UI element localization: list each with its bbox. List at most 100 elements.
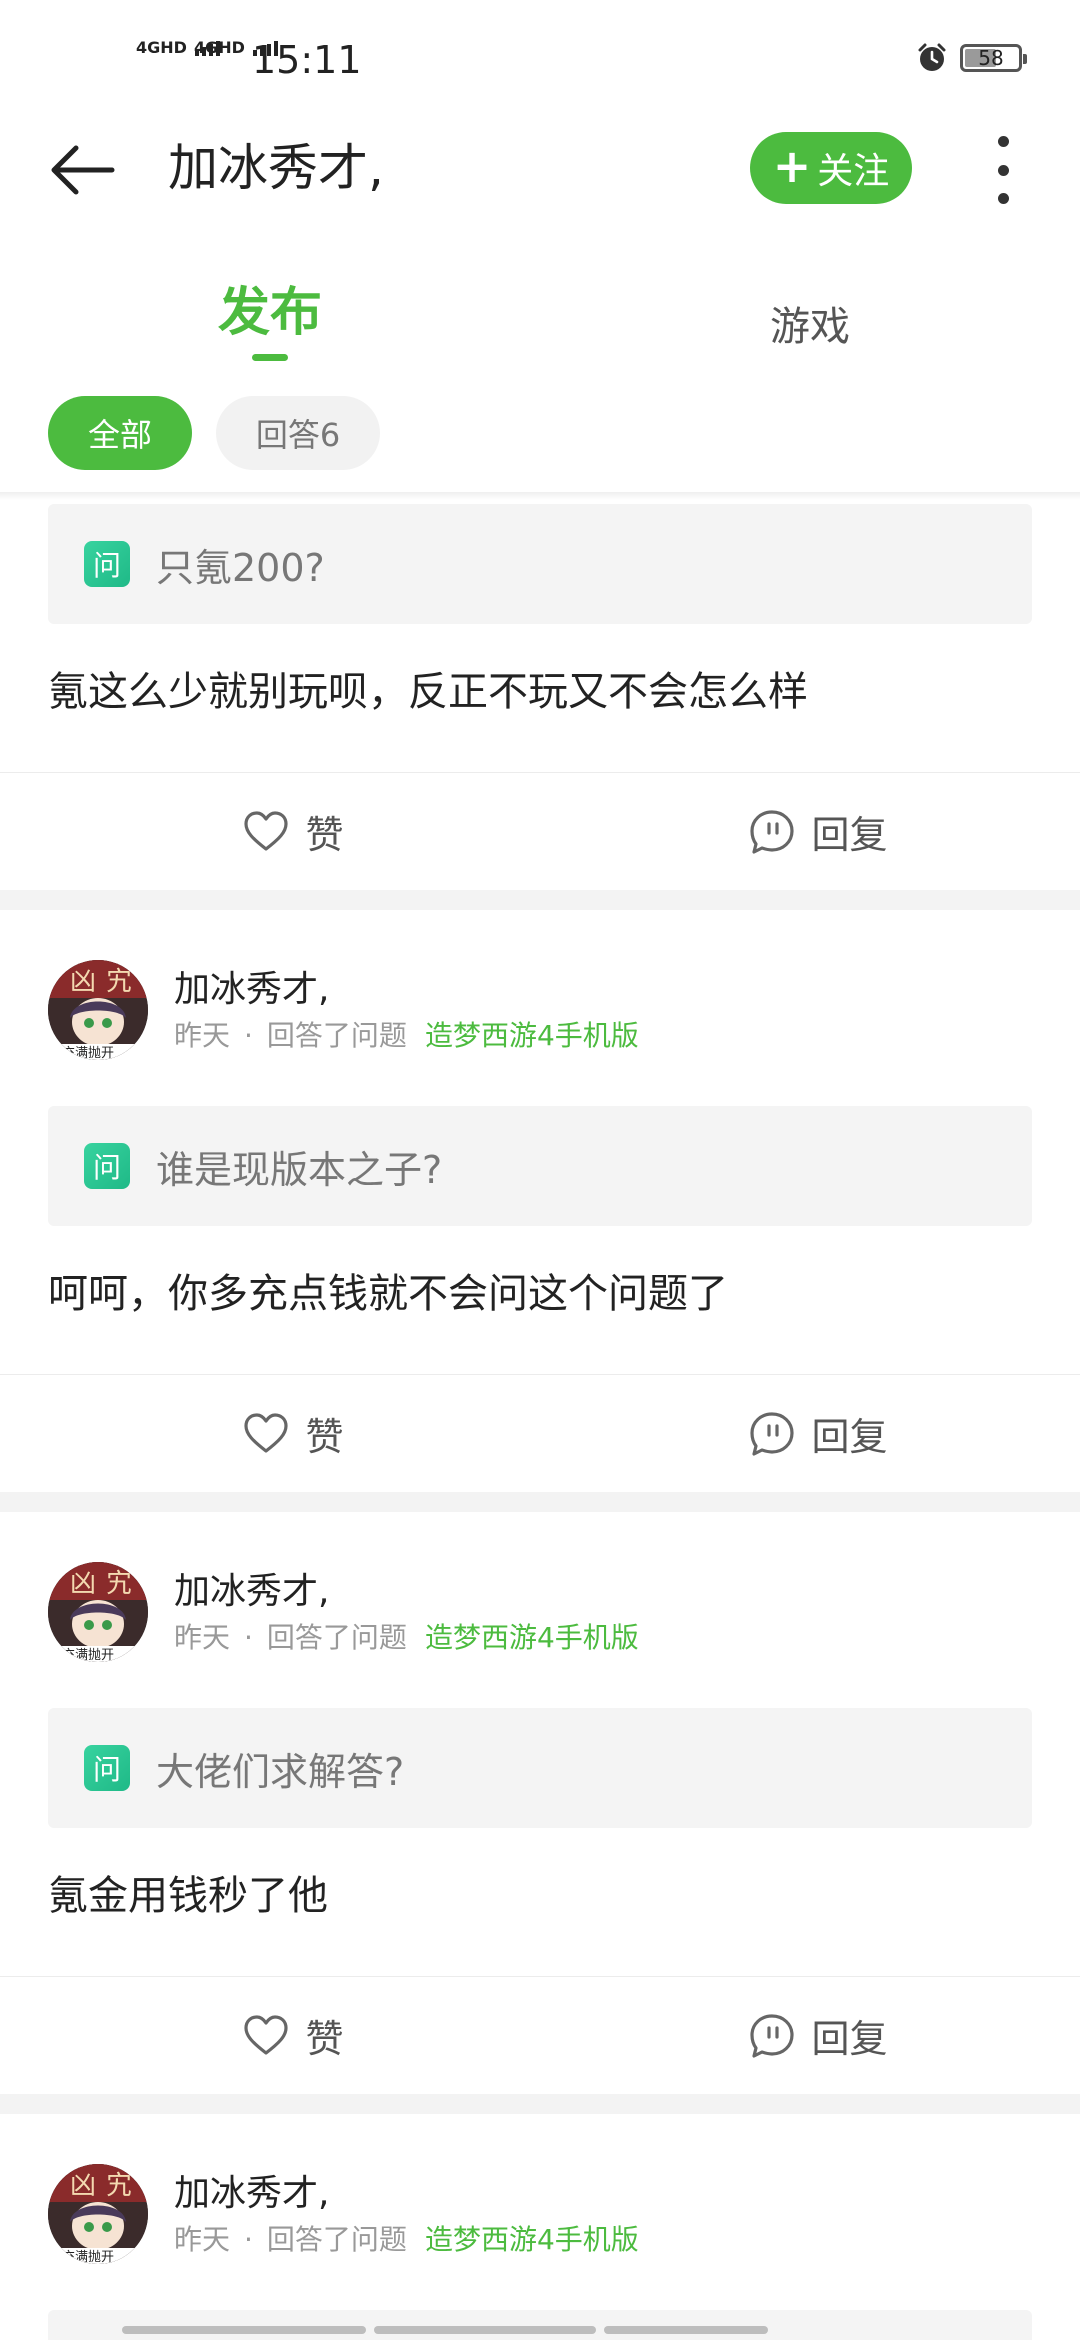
filter-chips: 全部 回答6: [0, 392, 1080, 472]
answer-feed[interactable]: 问 只氪200? 氪这么少就别玩呗，反正不玩又不会怎么样 赞 回复 凶 宄 充满…: [0, 500, 1080, 2340]
plus-icon: +: [772, 139, 812, 193]
network-label: 4GHD: [194, 38, 245, 57]
tab-bar: 发布 游戏: [0, 270, 1080, 370]
comment-icon: [750, 1411, 795, 1456]
avatar-image: 凶 宄 充满抛开: [48, 2164, 148, 2264]
heart-icon: [244, 2014, 289, 2055]
page-title: 加冰秀才,: [168, 139, 384, 197]
tab-games[interactable]: 游戏: [740, 294, 880, 352]
comment-icon: [750, 2013, 795, 2058]
header: 加冰秀才, + 关注: [0, 120, 1080, 220]
reply-button[interactable]: 回复: [555, 773, 1080, 890]
network-label: 4GHD: [136, 38, 187, 57]
question-text: 大佬们求解答?: [156, 1749, 405, 1794]
question-badge: 问: [84, 1143, 130, 1189]
heart-icon: [244, 810, 289, 851]
like-button[interactable]: 赞: [0, 1375, 555, 1492]
answer-text[interactable]: 氪金用钱秒了他: [0, 1828, 1080, 1976]
reply-button[interactable]: 回复: [555, 1375, 1080, 1492]
like-label: 赞: [305, 1415, 344, 1459]
battery-icon: 58: [960, 44, 1027, 72]
svg-text:凶: 凶: [70, 1569, 96, 1599]
author-name[interactable]: 加冰秀才,: [174, 1562, 329, 1614]
card-actions: 赞 回复: [0, 1374, 1080, 1492]
card-actions: 赞 回复: [0, 1976, 1080, 2094]
game-link[interactable]: 造梦西游4手机版: [425, 1019, 639, 1052]
follow-label: 关注: [817, 151, 890, 192]
author-meta: 昨天 · 回答了问题 造梦西游4手机版: [174, 2218, 639, 2258]
game-link[interactable]: 造梦西游4手机版: [425, 1621, 639, 1654]
comment-icon: [750, 809, 795, 854]
header-shadow: [0, 492, 1080, 500]
svg-text:凶: 凶: [70, 2171, 96, 2201]
post-action: 回答了问题: [266, 1621, 407, 1654]
question-box[interactable]: [48, 2310, 1032, 2340]
meta-separator: ·: [244, 1621, 253, 1654]
author-meta: 昨天 · 回答了问题 造梦西游4手机版: [174, 1014, 639, 1054]
more-options-icon[interactable]: [990, 136, 1016, 204]
question-box[interactable]: 问 只氪200?: [48, 504, 1032, 624]
avatar-image: 凶 宄 充满抛开: [48, 960, 148, 1060]
screen: 4GHD 4GHD 15:11 58 加冰秀才, + 关注 发布 游戏 全部 回…: [0, 0, 1080, 2340]
post-action: 回答了问题: [266, 2223, 407, 2256]
back-arrow-icon[interactable]: [46, 140, 118, 200]
answer-card: 凶 宄 充满抛开 加冰秀才, 昨天 · 回答了问题 造梦西游4手机版: [0, 2114, 1080, 2340]
heart-icon: [244, 1412, 289, 1453]
meta-separator: ·: [244, 1019, 253, 1052]
post-action: 回答了问题: [266, 1019, 407, 1052]
question-text: 只氪200?: [156, 545, 325, 590]
reply-label: 回复: [811, 1415, 888, 1459]
svg-text:宄: 宄: [106, 1569, 132, 1599]
answer-text[interactable]: 呵呵，你多充点钱就不会问这个问题了: [0, 1226, 1080, 1374]
author-row[interactable]: 凶 宄 充满抛开 加冰秀才, 昨天 · 回答了问题 造梦西游4手机版: [0, 2114, 1080, 2310]
svg-text:充满抛开: 充满抛开: [62, 1647, 114, 1662]
post-time: 昨天: [174, 1621, 231, 1654]
filter-all-chip[interactable]: 全部: [48, 396, 192, 470]
answer-text[interactable]: 氪这么少就别玩呗，反正不玩又不会怎么样: [0, 624, 1080, 772]
reply-button[interactable]: 回复: [555, 1977, 1080, 2094]
avatar[interactable]: 凶 宄 充满抛开: [48, 2164, 148, 2264]
author-meta: 昨天 · 回答了问题 造梦西游4手机版: [174, 1616, 639, 1656]
filter-answers-chip[interactable]: 回答6: [216, 396, 380, 470]
post-time: 昨天: [174, 1019, 231, 1052]
svg-text:凶: 凶: [70, 967, 96, 997]
author-row[interactable]: 凶 宄 充满抛开 加冰秀才, 昨天 · 回答了问题 造梦西游4手机版: [0, 1512, 1080, 1708]
svg-text:充满抛开: 充满抛开: [62, 2249, 114, 2264]
question-badge: 问: [84, 1745, 130, 1791]
svg-text:充满抛开: 充满抛开: [62, 1045, 114, 1060]
card-divider: [0, 1492, 1080, 1512]
answer-card: 凶 宄 充满抛开 加冰秀才, 昨天 · 回答了问题 造梦西游4手机版 问: [0, 910, 1080, 1492]
reply-label: 回复: [811, 2017, 888, 2061]
avatar-image: 凶 宄 充满抛开: [48, 1562, 148, 1662]
post-time: 昨天: [174, 2223, 231, 2256]
tab-publish[interactable]: 发布: [200, 270, 340, 345]
reply-label: 回复: [811, 813, 888, 857]
follow-button[interactable]: + 关注: [750, 132, 912, 204]
svg-text:宄: 宄: [106, 2171, 132, 2201]
like-label: 赞: [305, 2017, 344, 2061]
answer-card: 凶 宄 充满抛开 加冰秀才, 昨天 · 回答了问题 造梦西游4手机版 问: [0, 1512, 1080, 2094]
avatar[interactable]: 凶 宄 充满抛开: [48, 960, 148, 1060]
author-name[interactable]: 加冰秀才,: [174, 960, 329, 1012]
card-actions: 赞 回复: [0, 772, 1080, 890]
clock: 15:11: [252, 38, 362, 82]
question-box[interactable]: 问 大佬们求解答?: [48, 1708, 1032, 1828]
like-label: 赞: [305, 813, 344, 857]
question-text: 谁是现版本之子?: [156, 1147, 443, 1192]
answer-card: 问 只氪200? 氪这么少就别玩呗，反正不玩又不会怎么样 赞 回复: [0, 504, 1080, 890]
battery-level: 58: [978, 46, 1004, 70]
svg-text:宄: 宄: [106, 967, 132, 997]
system-nav-bar: [122, 2326, 960, 2334]
active-tab-indicator: [252, 354, 288, 361]
author-name[interactable]: 加冰秀才,: [174, 2164, 329, 2216]
alarm-icon: [918, 43, 946, 71]
question-badge: 问: [84, 541, 130, 587]
like-button[interactable]: 赞: [0, 773, 555, 890]
card-divider: [0, 2094, 1080, 2114]
author-row[interactable]: 凶 宄 充满抛开 加冰秀才, 昨天 · 回答了问题 造梦西游4手机版: [0, 910, 1080, 1106]
like-button[interactable]: 赞: [0, 1977, 555, 2094]
avatar[interactable]: 凶 宄 充满抛开: [48, 1562, 148, 1662]
question-box[interactable]: 问 谁是现版本之子?: [48, 1106, 1032, 1226]
game-link[interactable]: 造梦西游4手机版: [425, 2223, 639, 2256]
status-bar: 4GHD 4GHD 15:11 58: [0, 0, 1080, 120]
